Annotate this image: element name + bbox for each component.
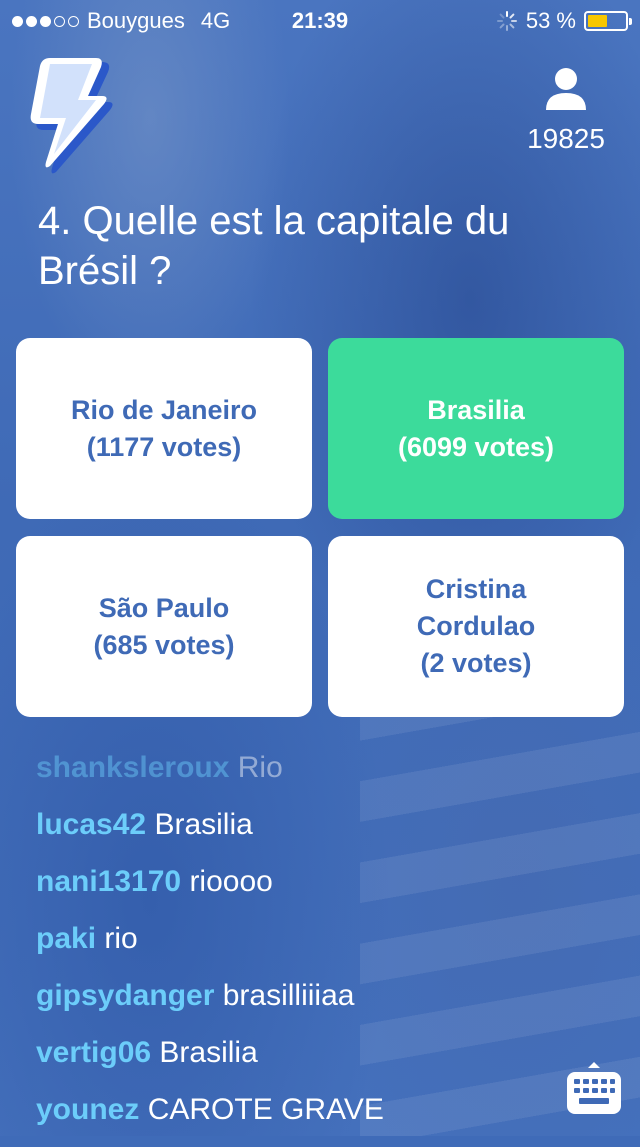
- chat-text: rio: [104, 922, 138, 955]
- answer-option-brasilia[interactable]: Brasilia (6099 votes): [328, 338, 624, 519]
- lightning-bolt-icon: [30, 58, 113, 174]
- chat-username: vertig06: [36, 1036, 152, 1069]
- answer-votes: (1177 votes): [86, 431, 242, 462]
- battery-percent: 53 %: [525, 8, 576, 33]
- answer-votes: (6099 votes): [397, 431, 555, 462]
- answer-option-cristina-cordulao[interactable]: Cristina Cordulao (2 votes): [328, 536, 624, 717]
- chat-text: rioooo: [189, 865, 273, 898]
- chat-username: younez: [36, 1093, 140, 1126]
- answer-label: Cristina Cordulao: [416, 574, 536, 641]
- viewer-count: 19825: [527, 123, 605, 154]
- chat-username: paki: [36, 922, 97, 955]
- answer-label: Rio de Janeiro: [70, 394, 258, 425]
- answer-votes: (685 votes): [93, 629, 235, 660]
- chat-message: vertig06 Brasilia: [36, 1033, 556, 1090]
- chat-username: shanksleroux: [36, 751, 230, 784]
- answer-option-rio[interactable]: Rio de Janeiro (1177 votes): [16, 338, 312, 519]
- user-icon: [546, 68, 586, 110]
- chat-text: brasilliiiaa: [222, 979, 355, 1012]
- chat-username: lucas42: [36, 808, 147, 841]
- chat-message: shanksleroux Rio: [36, 748, 556, 805]
- status-bar: Bouygues 4G 21:39 53 %: [0, 0, 640, 40]
- answer-label: Brasilia: [427, 394, 525, 425]
- chat-message: lucas42 Brasilia: [36, 805, 556, 862]
- chat-feed: shanksleroux Rio lucas42 Brasilia nani13…: [36, 748, 556, 1147]
- viewer-counter: 19825: [516, 66, 616, 155]
- keyboard-icon[interactable]: [566, 1058, 622, 1116]
- chat-text: Brasilia: [159, 1036, 258, 1069]
- activity-spinner-icon: [496, 11, 517, 31]
- answer-option-sao-paulo[interactable]: São Paulo (685 votes): [16, 536, 312, 717]
- answer-label: São Paulo: [98, 592, 230, 623]
- chat-username: nani13170: [36, 865, 182, 898]
- chat-text: Brasilia: [154, 808, 253, 841]
- chat-username: gipsydanger: [36, 979, 215, 1012]
- chat-message: younez CAROTE GRAVE: [36, 1090, 556, 1147]
- answer-votes: (2 votes): [420, 648, 532, 678]
- battery-icon: [584, 11, 632, 31]
- chat-text: CAROTE GRAVE: [147, 1093, 384, 1126]
- chat-message: nani13170 rioooo: [36, 862, 556, 919]
- chat-text: Rio: [237, 751, 283, 784]
- chat-message: gipsydanger brasilliiiaa: [36, 976, 556, 1033]
- chat-message: paki rio: [36, 919, 556, 976]
- question-text: 4. Quelle est la capitale du Brésil ?: [38, 199, 510, 293]
